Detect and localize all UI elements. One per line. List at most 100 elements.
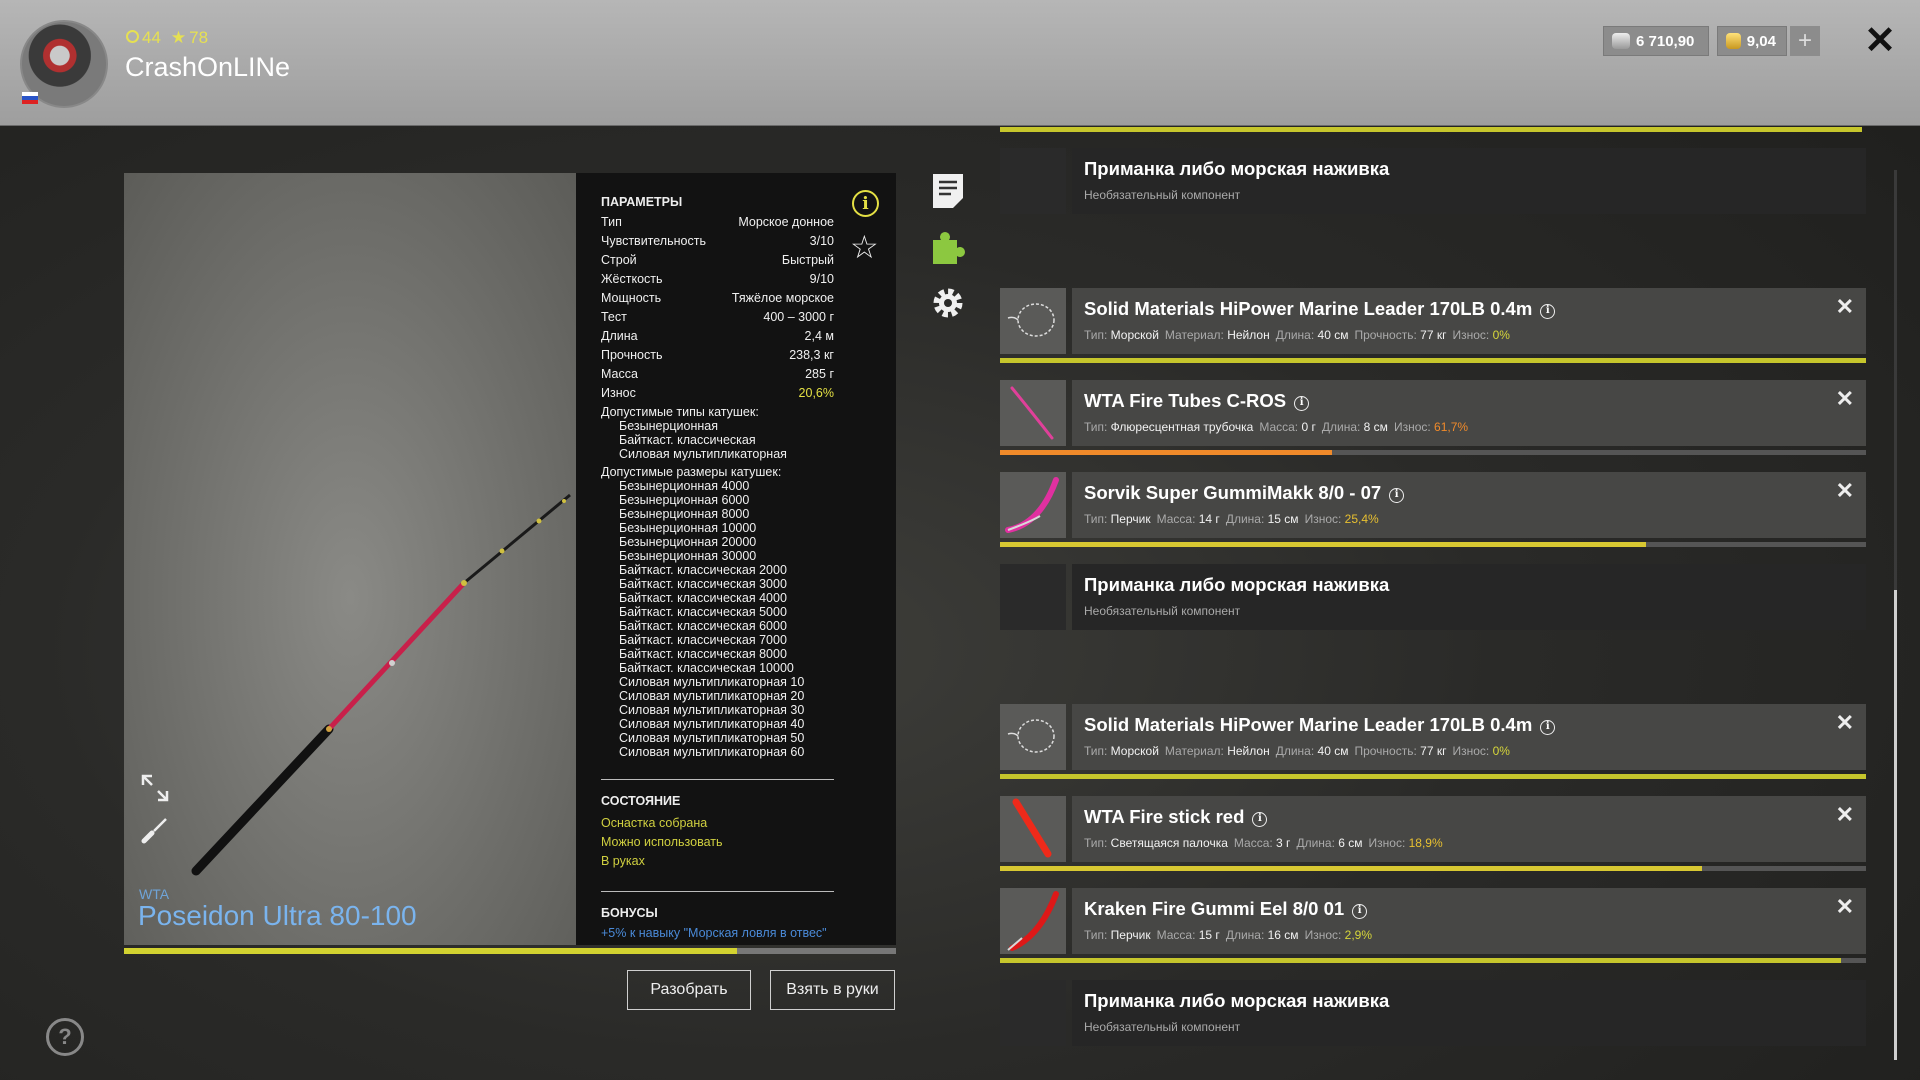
settings-gear-icon[interactable] (931, 284, 965, 322)
remove-icon[interactable]: ✕ (1836, 478, 1854, 504)
tackle-components-icon[interactable] (931, 228, 965, 266)
component-details: Тип: Флюресцентная трубочка Масса: 0 г Дли… (1084, 420, 1468, 434)
divider (601, 891, 834, 892)
parameter-value: 238,3 кг (789, 348, 834, 362)
component-title: Sorvik Super GummiMakk 8/0 - 07 i (1084, 482, 1405, 504)
component-slot[interactable]: Kraken Fire Gummi Eel 8/0 01 i ✕ Тип: Перчи… (1000, 888, 1866, 954)
component-info: Solid Materials HiPower Marine Leader 17… (1072, 704, 1866, 770)
wear-value: 0% (1492, 328, 1510, 342)
player-name[interactable]: CrashOnLINe (125, 52, 290, 83)
spec-label: Масса: (1156, 512, 1199, 526)
parameter-label: Жёсткость (601, 272, 663, 286)
disassemble-button[interactable]: Разобрать (627, 970, 751, 1010)
bonus-text: +5% к навыку "Морская ловля в отвес" (601, 926, 827, 940)
component-slot[interactable]: Sorvik Super GummiMakk 8/0 - 07 i ✕ Тип: Пе… (1000, 472, 1866, 538)
spec-value: 77 кг (1420, 744, 1447, 758)
bonus-title: БОНУСЫ (601, 906, 658, 920)
info-icon[interactable]: i (1540, 720, 1556, 735)
level-indicator: 44 (126, 28, 161, 48)
remove-icon[interactable]: ✕ (1836, 710, 1854, 736)
empty-slot[interactable]: Приманка либо морская наживка Необязатель… (1000, 564, 1866, 630)
spec-label: Масса: (1156, 928, 1199, 942)
component-info: WTA Fire stick red i ✕ Тип: Светящаяся пало… (1072, 796, 1866, 862)
wear-bar-fill (1000, 774, 1866, 779)
component-slot[interactable]: WTA Fire Tubes C-ROS i ✕ Тип: Флюресцентная… (1000, 380, 1866, 446)
reel-size-item: Силовая мультипликаторная 60 (619, 745, 805, 759)
remove-icon[interactable]: ✕ (1836, 894, 1854, 920)
spec-value: 40 см (1317, 744, 1349, 758)
component-slot[interactable]: Solid Materials HiPower Marine Leader 17… (1000, 704, 1866, 770)
component-slot[interactable]: Solid Materials HiPower Marine Leader 17… (1000, 288, 1866, 354)
spec-value: Перчик (1110, 928, 1151, 942)
component-info: Приманка либо морская наживка Необязатель… (1072, 980, 1866, 1046)
take-in-hands-button[interactable]: Взять в руки (770, 970, 895, 1010)
component-thumbnail (1000, 148, 1066, 214)
info-icon[interactable]: i (1252, 812, 1268, 827)
component-details: Тип: Перчик Масса: 14 г Длина: 15 см Износ:… (1084, 512, 1379, 526)
silver-balance: 6 710,90 (1603, 26, 1709, 56)
reel-size-item: Байткаст. классическая 10000 (619, 661, 794, 675)
parameter-row: Чувствительность 3/10 (601, 234, 834, 253)
component-details: Необязательный компонент (1084, 188, 1241, 202)
spec-label: Тип: (1084, 836, 1111, 850)
spec-label: Материал: (1164, 744, 1228, 758)
info-icon[interactable]: i (1389, 488, 1405, 503)
component-name: Приманка либо морская наживка (1084, 158, 1390, 179)
component-slot[interactable]: WTA Fire stick red i ✕ Тип: Светящаяся пало… (1000, 796, 1866, 862)
remove-icon[interactable]: ✕ (1836, 802, 1854, 828)
component-name: WTA Fire stick red (1084, 806, 1245, 827)
info-icon[interactable]: i (1294, 396, 1310, 411)
wear-bar (1000, 358, 1866, 363)
parameter-value: 3/10 (809, 234, 834, 248)
component-thumbnail (1000, 472, 1066, 538)
level-icon (126, 30, 139, 43)
info-icon[interactable]: i (852, 190, 879, 217)
gold-coin-icon (1726, 33, 1741, 49)
remove-icon[interactable]: ✕ (1836, 386, 1854, 412)
component-details: Необязательный компонент (1084, 1020, 1241, 1034)
add-currency-button[interactable]: + (1790, 26, 1820, 56)
parameter-value: 20,6% (798, 386, 834, 400)
spec-value: Нейлон (1227, 328, 1270, 342)
component-name: Kraken Fire Gummi Eel 8/0 01 (1084, 898, 1345, 919)
wear-bar-fill (1000, 450, 1332, 455)
description-icon[interactable] (931, 172, 965, 210)
rod-preview[interactable] (124, 173, 576, 945)
parameter-row: Мощность Тяжёлое морское (601, 291, 834, 310)
spec-label: Длина: (1296, 836, 1339, 850)
info-icon[interactable]: i (1540, 304, 1556, 319)
empty-slot[interactable]: Приманка либо морская наживка Необязатель… (1000, 980, 1866, 1046)
spec-value: 0 г (1301, 420, 1316, 434)
top-bar: 44 ★ 78 CrashOnLINe 6 710,90 9,04 + ✕ (0, 0, 1920, 126)
reel-sizes-label: Допустимые размеры катушек: (601, 465, 782, 479)
help-icon[interactable]: ? (46, 1018, 84, 1056)
wear-label: Износ: (1304, 512, 1345, 526)
component-details: Необязательный компонент (1084, 604, 1241, 618)
status-item: Оснастка собрана (601, 816, 708, 830)
rod-image (191, 493, 571, 876)
parameter-row: Тип Морское донное (601, 215, 834, 234)
parameter-value: 2,4 м (804, 329, 834, 343)
expand-icon[interactable] (140, 773, 170, 803)
paint-brush-icon[interactable] (140, 815, 170, 845)
favorite-star-icon[interactable]: ☆ (850, 228, 879, 266)
remove-icon[interactable]: ✕ (1836, 294, 1854, 320)
close-icon[interactable]: ✕ (1862, 20, 1898, 62)
scrollbar-thumb[interactable] (1894, 590, 1897, 1060)
parameter-label: Чувствительность (601, 234, 706, 248)
status-item: Можно использовать (601, 835, 723, 849)
spec-label: Длина: (1225, 512, 1268, 526)
component-name: Приманка либо морская наживка (1084, 574, 1390, 595)
parameter-label: Тип (601, 215, 622, 229)
info-icon[interactable]: i (1352, 904, 1368, 919)
parameter-label: Тест (601, 310, 627, 324)
spec-label: Тип: (1084, 512, 1111, 526)
empty-slot[interactable]: Приманка либо морская наживка Необязатель… (1000, 148, 1866, 214)
parameter-label: Длина (601, 329, 638, 343)
component-name: Solid Materials HiPower Marine Leader 17… (1084, 298, 1533, 319)
parameter-row: Строй Быстрый (601, 253, 834, 272)
component-thumbnail (1000, 888, 1066, 954)
spec-label: Длина: (1275, 328, 1318, 342)
component-title: Приманка либо морская наживка (1084, 158, 1389, 180)
component-title: Kraken Fire Gummi Eel 8/0 01 i (1084, 898, 1368, 920)
